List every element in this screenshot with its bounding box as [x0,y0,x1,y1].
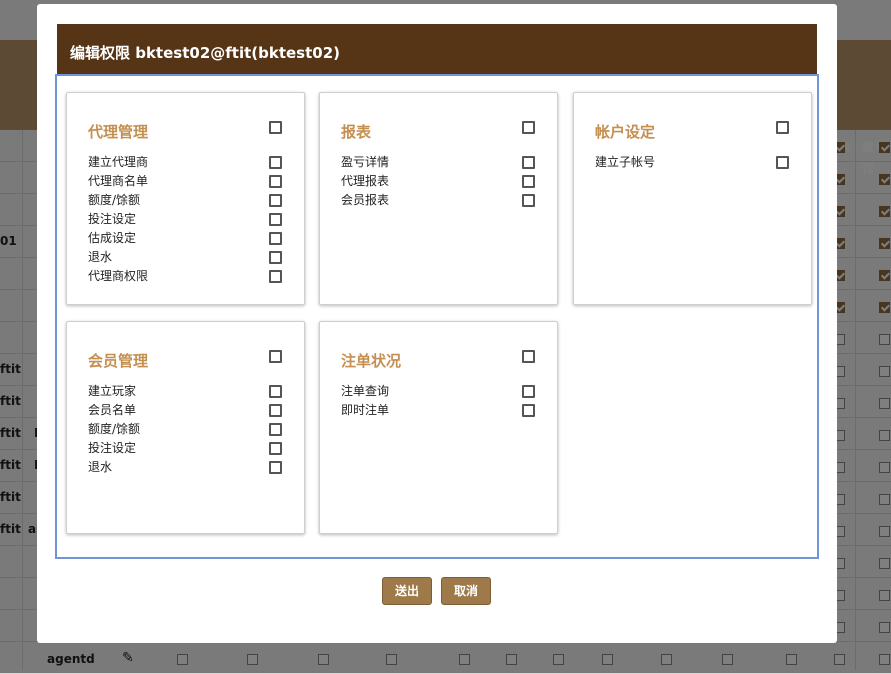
modal-body: 代理管理 建立代理商 代理商名单 额度/馀额 投注设定 估成设定 退水 代理商权… [55,74,819,559]
select-all-checkbox[interactable] [776,121,789,134]
permission-checkbox[interactable] [269,461,282,474]
permission-label: 代理商名单 [88,174,149,188]
permission-card-account-settings: 帐户设定 建立子帐号 [573,92,812,305]
permission-label: 投注设定 [88,212,137,226]
permission-item: 代理商权限 [88,269,288,288]
permission-checkbox[interactable] [269,442,282,455]
permission-label: 会员名单 [88,403,137,417]
permission-card-agent-management: 代理管理 建立代理商 代理商名单 额度/馀额 投注设定 估成设定 退水 代理商权… [66,92,305,305]
cancel-button[interactable]: 取消 [441,577,491,605]
permission-item: 退水 [88,250,288,269]
permission-checkbox[interactable] [522,194,535,207]
permission-checkbox[interactable] [269,213,282,226]
permission-label: 建立代理商 [88,155,149,169]
card-title: 会员管理 [88,352,149,370]
permission-checkbox[interactable] [522,404,535,417]
permission-label: 盈亏详情 [341,155,390,169]
permission-checkbox[interactable] [269,194,282,207]
permission-item: 建立子帐号 [595,155,795,174]
modal-title: 编辑权限 bktest02@ftit(bktest02) [57,24,817,74]
modal-footer: 送出 取消 [37,577,837,607]
permission-checkbox[interactable] [776,156,789,169]
permission-checkbox[interactable] [269,423,282,436]
permission-label: 退水 [88,250,113,264]
permission-card-reports: 报表 盈亏详情 代理报表 会员报表 [319,92,558,305]
permission-label: 代理报表 [341,174,390,188]
permission-item: 额度/馀额 [88,422,288,441]
permission-checkbox[interactable] [269,385,282,398]
permission-checkbox[interactable] [269,156,282,169]
select-all-checkbox[interactable] [269,121,282,134]
card-title: 注单状况 [341,352,402,370]
permission-card-bet-status: 注单状况 注单查询 即时注单 [319,321,558,534]
permission-item: 额度/馀额 [88,193,288,212]
permission-item: 退水 [88,460,288,479]
permission-label: 注单查询 [341,384,390,398]
permission-label: 会员报表 [341,193,390,207]
permission-label: 退水 [88,460,113,474]
permission-card-member-management: 会员管理 建立玩家 会员名单 额度/馀额 投注设定 退水 [66,321,305,534]
permission-checkbox[interactable] [269,404,282,417]
permission-checkbox[interactable] [269,232,282,245]
permission-item: 注单查询 [341,384,541,403]
permission-checkbox[interactable] [269,270,282,283]
permission-item: 代理商名单 [88,174,288,193]
permission-checkbox[interactable] [522,156,535,169]
permission-label: 建立子帐号 [595,155,656,169]
permission-item: 投注设定 [88,441,288,460]
permission-label: 代理商权限 [88,269,149,283]
permission-item: 会员名单 [88,403,288,422]
select-all-checkbox[interactable] [522,121,535,134]
permission-label: 即时注单 [341,403,390,417]
select-all-checkbox[interactable] [269,350,282,363]
permission-item: 估成设定 [88,231,288,250]
permission-checkbox[interactable] [522,175,535,188]
permission-item: 即时注单 [341,403,541,422]
permission-label: 额度/馀额 [88,422,141,436]
permission-item: 会员报表 [341,193,541,212]
permission-label: 额度/馀额 [88,193,141,207]
card-title: 帐户设定 [595,123,656,141]
permission-item: 建立玩家 [88,384,288,403]
permission-item: 投注设定 [88,212,288,231]
permissions-modal: 编辑权限 bktest02@ftit(bktest02) 代理管理 建立代理商 … [37,4,837,643]
permission-checkbox[interactable] [522,385,535,398]
permission-label: 建立玩家 [88,384,137,398]
permission-checkbox[interactable] [269,175,282,188]
select-all-checkbox[interactable] [522,350,535,363]
card-title: 报表 [341,123,372,141]
permission-item: 盈亏详情 [341,155,541,174]
permission-item: 代理报表 [341,174,541,193]
permission-item: 建立代理商 [88,155,288,174]
submit-button[interactable]: 送出 [382,577,432,605]
permission-checkbox[interactable] [269,251,282,264]
permission-label: 估成设定 [88,231,137,245]
permission-label: 投注设定 [88,441,137,455]
card-title: 代理管理 [88,123,149,141]
